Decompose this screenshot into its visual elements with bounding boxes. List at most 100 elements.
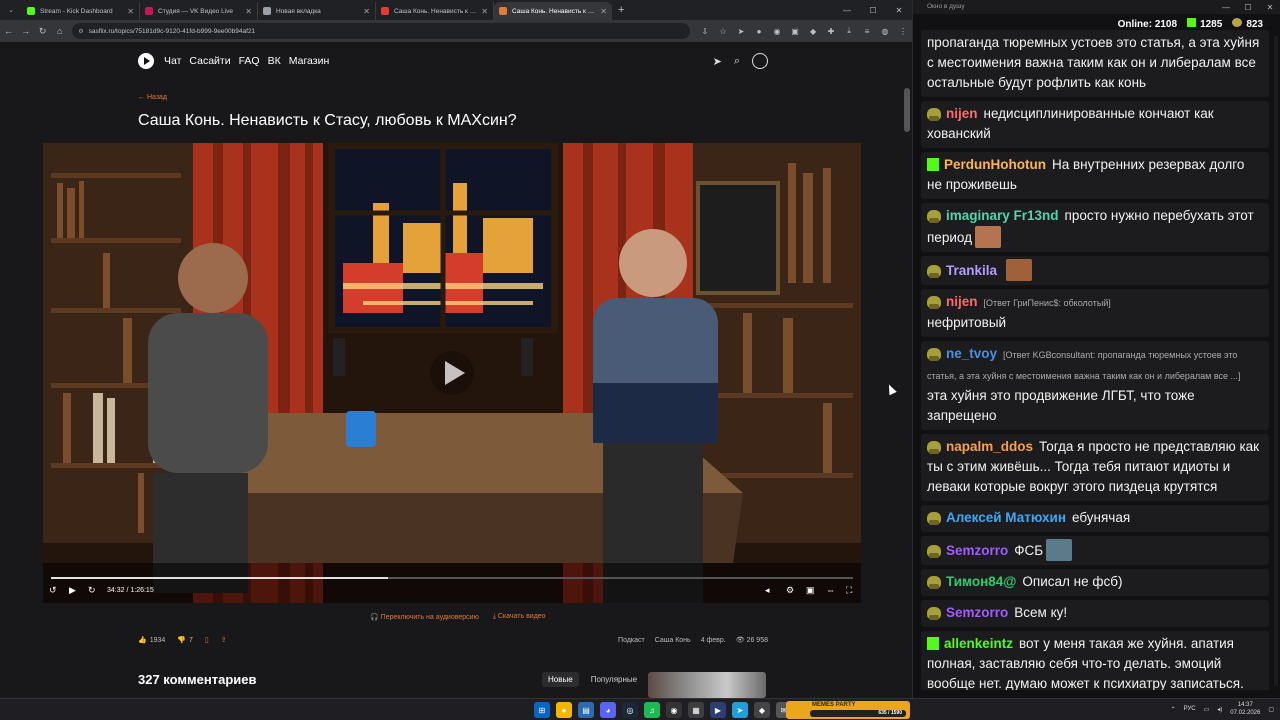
chat-username[interactable]: Алексей Матюхин: [946, 510, 1066, 525]
tab-search-icon[interactable]: ⌄: [3, 2, 19, 18]
page-scrollbar[interactable]: [904, 88, 910, 132]
site-info-icon[interactable]: ⚙: [78, 28, 83, 35]
browser-tab[interactable]: Саша Конь. Ненависть к Стасу✕: [376, 2, 494, 20]
tab-close-icon[interactable]: ✕: [481, 7, 488, 16]
chat-username[interactable]: Semzorro: [946, 543, 1008, 558]
back-link[interactable]: ← Назад: [138, 94, 167, 101]
browser-tab[interactable]: Stream - Kick Dashboard ✕: [22, 2, 140, 20]
tab-close-icon[interactable]: ✕: [127, 7, 134, 16]
spotify-icon[interactable]: ♫: [644, 702, 660, 718]
profile-icon[interactable]: ◍: [876, 27, 894, 36]
network-icon[interactable]: ▭: [1204, 706, 1210, 713]
download-link[interactable]: ⤓ Скачать видео: [493, 613, 546, 621]
clock[interactable]: 14:37 07.02.2026: [1230, 701, 1260, 717]
fullscreen-icon[interactable]: ⛶: [846, 585, 852, 596]
tag-author[interactable]: Саша Конь: [655, 637, 691, 644]
maximize-icon[interactable]: ☐: [860, 0, 886, 20]
media-player-icon[interactable]: ▶: [710, 702, 726, 718]
explorer-icon[interactable]: ▤: [578, 702, 594, 718]
tab-title: Саша Конь. Ненависть к Стасу: [512, 7, 597, 15]
chat-username[interactable]: Тимон84@: [946, 574, 1016, 589]
related-video-thumbnail[interactable]: [648, 672, 766, 698]
extension-icon[interactable]: ◉: [768, 27, 786, 36]
home-icon[interactable]: ⌂: [51, 22, 68, 40]
windows-start-icon[interactable]: ⊞: [534, 702, 550, 718]
extensions-puzzle-icon[interactable]: ✚: [822, 27, 840, 36]
video-player[interactable]: [43, 143, 861, 603]
browser-tab[interactable]: Саша Конь. Ненависть к Стасу✕: [494, 2, 612, 20]
share-icon[interactable]: ⇪: [221, 636, 227, 644]
send-icon[interactable]: ➤: [732, 27, 750, 36]
chat-username[interactable]: imaginary Fr13nd: [946, 208, 1059, 223]
obs-icon[interactable]: ◉: [666, 702, 682, 718]
nav-shop[interactable]: Магазин: [289, 55, 330, 67]
search-icon[interactable]: ⌕: [734, 55, 740, 68]
minimize-icon[interactable]: —: [834, 0, 860, 20]
play-icon[interactable]: ▶: [69, 585, 76, 596]
url-field[interactable]: ⚙ sasflix.ru/topics/75181d9c-9120-41fd-b…: [72, 23, 691, 39]
bookmark-star-icon[interactable]: ☆: [714, 27, 732, 36]
back-icon[interactable]: ←: [0, 22, 17, 40]
bookmark-icon[interactable]: ▯: [205, 636, 209, 644]
chat-username[interactable]: Semzorro: [946, 605, 1008, 620]
chrome-icon[interactable]: ●: [556, 702, 572, 718]
downloads-icon[interactable]: ⤓: [840, 26, 858, 36]
telegram-icon[interactable]: ➤: [713, 55, 722, 68]
rewind-icon[interactable]: ↺: [49, 585, 57, 596]
audio-version-link[interactable]: 🎧 Переключить на аудиоверсию: [370, 613, 479, 621]
app-icon[interactable]: ◆: [754, 702, 770, 718]
reading-list-icon[interactable]: ≡: [858, 27, 876, 36]
app-icon[interactable]: ▦: [688, 702, 704, 718]
video-progress-bar[interactable]: [51, 577, 853, 579]
chat-username[interactable]: Trankila: [946, 263, 997, 278]
forward-icon[interactable]: →: [17, 22, 34, 40]
telegram-icon[interactable]: ➤: [732, 702, 748, 718]
language-indicator[interactable]: РУС: [1184, 706, 1196, 712]
settings-icon[interactable]: ⚙: [786, 585, 794, 596]
memes-party-widget[interactable]: MEMES PARTY 635 / 1590: [786, 701, 910, 719]
theater-icon[interactable]: ⇔: [826, 585, 835, 595]
minimize-icon[interactable]: —: [1215, 0, 1237, 14]
chat-username[interactable]: ne_tvoy: [946, 346, 997, 361]
chat-username[interactable]: nijen: [946, 106, 978, 121]
reload-icon[interactable]: ↻: [34, 22, 51, 40]
chat-username[interactable]: nijen: [946, 294, 978, 309]
tag-podcast[interactable]: Подкаст: [618, 637, 645, 644]
extension-icon[interactable]: ▣: [786, 27, 804, 36]
volume-icon[interactable]: ◂: [765, 585, 770, 596]
maximize-icon[interactable]: ☐: [1237, 0, 1259, 14]
nav-vk[interactable]: ВК: [268, 55, 281, 67]
nav-sasaiti[interactable]: Сасайти: [189, 55, 230, 67]
browser-tab[interactable]: Студия — VK Видео Live ✕: [140, 2, 258, 20]
tray-chevron-icon[interactable]: ⌃: [1171, 706, 1176, 713]
sort-popular-button[interactable]: Популярные: [585, 672, 643, 687]
close-icon[interactable]: ✕: [1259, 0, 1280, 14]
discord-icon[interactable]: ◕: [600, 702, 616, 718]
account-icon[interactable]: [752, 53, 768, 69]
nav-faq[interactable]: FAQ: [239, 55, 260, 67]
browser-tab[interactable]: Новая вкладка ✕: [258, 2, 376, 20]
extension-icon[interactable]: ●: [750, 27, 768, 36]
forward-skip-icon[interactable]: ↻: [88, 585, 96, 596]
nav-chat[interactable]: Чат: [164, 55, 181, 67]
pip-icon[interactable]: ▣: [806, 585, 815, 596]
dislike-button[interactable]: 👎 7: [177, 636, 193, 645]
site-logo-icon[interactable]: [138, 53, 154, 69]
chat-scrollbar[interactable]: [1274, 36, 1278, 686]
sort-new-button[interactable]: Новые: [542, 672, 579, 687]
install-icon[interactable]: ⇩: [696, 27, 714, 36]
notifications-icon[interactable]: ▢: [1268, 706, 1274, 713]
chat-username[interactable]: PerdunHohotun: [944, 157, 1046, 172]
tab-close-icon[interactable]: ✕: [363, 7, 370, 16]
steam-icon[interactable]: ◎: [622, 702, 638, 718]
menu-icon[interactable]: ⋮: [894, 27, 912, 36]
tab-close-icon[interactable]: ✕: [245, 7, 252, 16]
tab-close-icon[interactable]: ✕: [600, 7, 607, 16]
new-tab-icon[interactable]: +: [618, 4, 624, 16]
extension-icon[interactable]: ◆: [804, 27, 822, 36]
like-button[interactable]: 👍 1934: [138, 636, 165, 645]
chat-username[interactable]: allenkeintz: [944, 636, 1013, 651]
close-icon[interactable]: ✕: [886, 0, 912, 20]
chat-username[interactable]: napalm_ddos: [946, 439, 1033, 454]
volume-icon[interactable]: ◂): [1217, 706, 1222, 713]
